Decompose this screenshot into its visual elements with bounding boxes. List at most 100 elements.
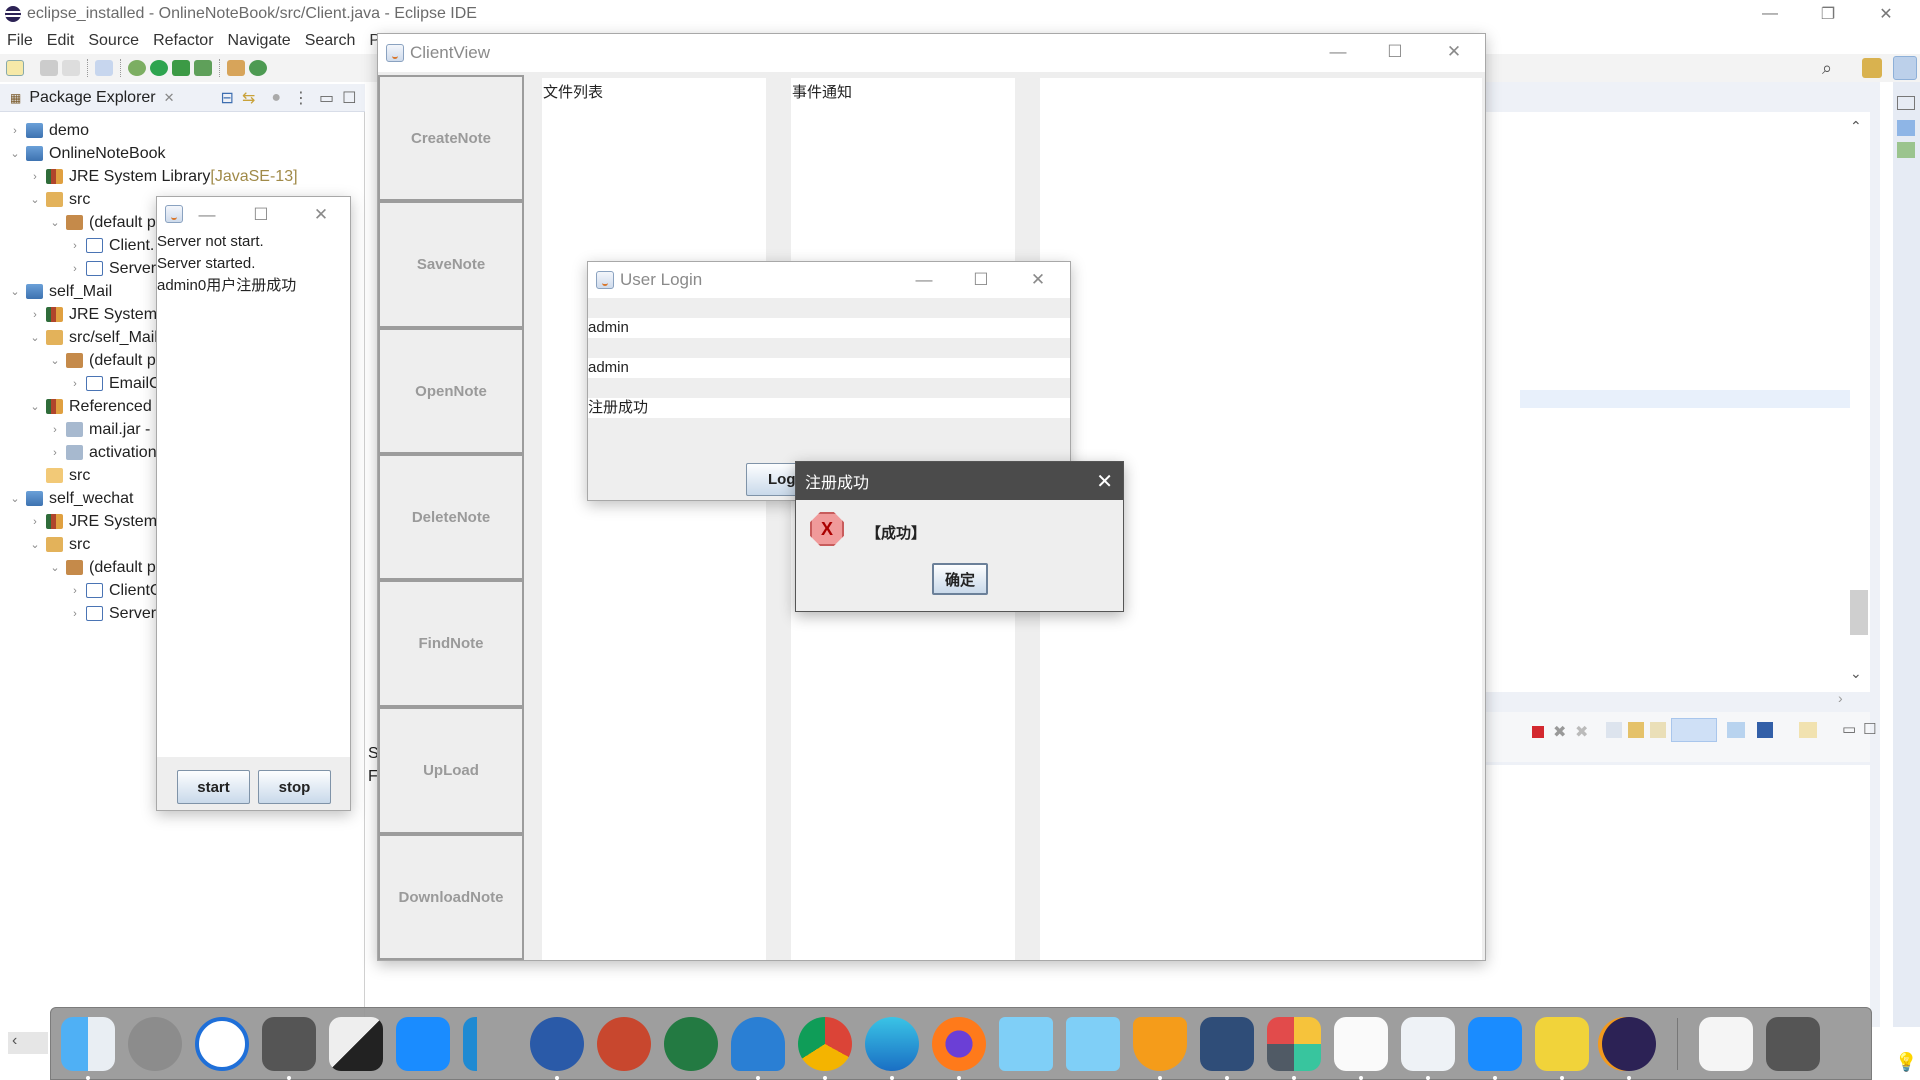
run-icon[interactable] — [150, 60, 168, 76]
skip-breakpoints-icon[interactable] — [95, 60, 113, 76]
password-field[interactable]: admin — [588, 358, 1070, 378]
editor-scrollbar-thumb[interactable] — [1850, 590, 1868, 635]
tree-item[interactable]: ⌄ Referenced — [28, 395, 151, 418]
open-note-button[interactable]: OpenNote — [378, 328, 524, 454]
tree-item[interactable]: › JRE System I — [28, 510, 166, 533]
tree-item[interactable]: › activation — [48, 441, 156, 464]
chevron-right-icon[interactable]: › — [68, 263, 82, 275]
close-button[interactable]: ✕ — [1858, 0, 1914, 28]
maximize-button[interactable]: ☐ — [961, 262, 1001, 298]
scroll-up-icon[interactable]: ⌃ — [1850, 118, 1862, 135]
chevron-right-icon[interactable]: › — [68, 378, 82, 390]
dock-icon-folder[interactable] — [1066, 1016, 1120, 1071]
tree-item[interactable]: › Server — [68, 602, 156, 625]
menu-refactor[interactable]: Refactor — [146, 32, 220, 50]
task-list-icon[interactable] — [1897, 142, 1915, 158]
word-wrap-icon[interactable] — [1650, 722, 1666, 738]
new-icon[interactable] — [6, 60, 24, 76]
chevron-down-icon[interactable] — [28, 60, 36, 76]
remove-all-icon[interactable]: ✖ — [1575, 722, 1588, 742]
chevron-down-icon[interactable]: ⌄ — [28, 400, 42, 413]
close-button[interactable]: ✕ — [1096, 462, 1113, 500]
create-note-button[interactable]: CreateNote — [378, 75, 524, 201]
dock-icon-finder[interactable] — [61, 1016, 115, 1080]
tree-item[interactable]: › demo — [8, 119, 89, 142]
tree-item[interactable]: ⌄ src — [28, 188, 90, 211]
minimize-view-icon[interactable]: ▭ — [1842, 720, 1856, 738]
dock-icon-eclipse[interactable] — [1602, 1016, 1656, 1080]
dock-icon-iu[interactable] — [195, 1016, 249, 1071]
view-menu-icon[interactable]: ⋮ — [293, 88, 309, 108]
collapse-all-icon[interactable]: ⊟ — [221, 88, 234, 108]
chevron-down-icon[interactable]: ⌄ — [48, 216, 62, 229]
scroll-lock-icon[interactable] — [1628, 722, 1644, 738]
menu-search[interactable]: Search — [298, 32, 363, 50]
chevron-right-icon[interactable]: › — [68, 608, 82, 620]
status-field[interactable]: 注册成功 — [588, 398, 1070, 418]
maximize-view-icon[interactable]: ☐ — [342, 88, 356, 108]
tree-item[interactable]: ⌄ src/self_Mail — [28, 326, 158, 349]
dock-icon-powerpoint[interactable] — [597, 1016, 651, 1071]
debug-icon[interactable] — [128, 60, 146, 76]
menu-edit[interactable]: Edit — [40, 32, 82, 50]
maximize-button[interactable]: ☐ — [1375, 34, 1415, 70]
tree-item[interactable]: › Client. — [68, 234, 154, 257]
chevron-right-icon[interactable]: › — [68, 240, 82, 252]
tree-item[interactable]: › Server — [68, 257, 156, 280]
dock-icon-textedit[interactable] — [1334, 1016, 1388, 1080]
chevron-down-icon[interactable]: ⌄ — [28, 538, 42, 551]
minimize-view-icon[interactable]: ▭ — [319, 88, 334, 108]
tree-item[interactable]: src — [28, 464, 90, 487]
menu-navigate[interactable]: Navigate — [221, 32, 298, 50]
chevron-down-icon[interactable]: ⌄ — [28, 193, 42, 206]
open-perspective-icon[interactable] — [1862, 58, 1882, 78]
new-package-icon[interactable] — [227, 60, 245, 76]
close-tab-icon[interactable]: ✕ — [164, 90, 175, 106]
chevron-down-icon[interactable]: ⌄ — [8, 147, 22, 160]
chevron-right-icon[interactable]: › — [48, 424, 62, 436]
chevron-down-icon[interactable]: ⌄ — [48, 561, 62, 574]
tree-item[interactable]: ⌄ self_Mail — [8, 280, 112, 303]
minimize-button[interactable]: — — [1318, 34, 1358, 70]
chevron-down-icon[interactable]: ⌄ — [8, 492, 22, 505]
dock-icon-tiles[interactable] — [1267, 1016, 1321, 1080]
chevron-right-icon[interactable]: › — [48, 447, 62, 459]
dock-icon-help[interactable] — [1535, 1016, 1589, 1080]
dock-icon-deskflow[interactable] — [329, 1016, 383, 1071]
dock-icon-launchpad[interactable] — [128, 1016, 182, 1071]
upload-button[interactable]: UpLoad — [378, 707, 524, 834]
username-field[interactable]: admin — [588, 318, 1070, 338]
new-class-icon[interactable] — [249, 60, 267, 76]
tree-item[interactable]: ⌄ (default p — [48, 349, 155, 372]
dock-icon-screenshot[interactable] — [1699, 1016, 1753, 1071]
minimize-button[interactable]: — — [1742, 0, 1798, 28]
menu-source[interactable]: Source — [81, 32, 146, 50]
search-icon[interactable]: ⌕ — [1822, 58, 1832, 79]
java-perspective-icon[interactable] — [1893, 56, 1917, 80]
tip-lightbulb-icon[interactable]: 💡 — [1895, 1052, 1917, 1073]
dock-icon-java[interactable] — [1401, 1016, 1455, 1080]
dock-icon-edge[interactable] — [865, 1016, 919, 1080]
tree-item[interactable]: › EmailC — [68, 372, 160, 395]
chevron-down-icon[interactable]: ⌄ — [48, 354, 62, 367]
maximize-view-icon[interactable]: ☐ — [1863, 720, 1876, 738]
external-tools-icon[interactable] — [194, 60, 212, 76]
dock-icon-onedrive[interactable] — [731, 1016, 785, 1080]
open-console-icon[interactable] — [1799, 722, 1817, 738]
dock-icon-dingtalk[interactable] — [1468, 1016, 1522, 1080]
tree-item[interactable]: › mail.jar - — [48, 418, 150, 441]
tree-item[interactable]: ⌄ self_wechat — [8, 487, 133, 510]
dock-icon-folder[interactable] — [999, 1016, 1053, 1071]
restore-icon[interactable] — [1897, 96, 1915, 110]
show-console-toggle[interactable] — [1671, 718, 1717, 742]
find-note-button[interactable]: FindNote — [378, 580, 524, 707]
dock-icon-firefox[interactable] — [932, 1016, 986, 1080]
dock-icon-visual-studio-code[interactable] — [463, 1016, 517, 1071]
file-list[interactable]: 文件列表 — [542, 78, 766, 960]
coverage-icon[interactable] — [172, 60, 190, 76]
dock-icon-dingtalk[interactable] — [396, 1016, 450, 1071]
pin-console-icon[interactable] — [1727, 722, 1745, 738]
tree-item[interactable]: ⌄ src — [28, 533, 90, 556]
horizontal-scroll-left[interactable]: ‹ — [8, 1032, 48, 1054]
outline-icon[interactable] — [1897, 120, 1915, 136]
